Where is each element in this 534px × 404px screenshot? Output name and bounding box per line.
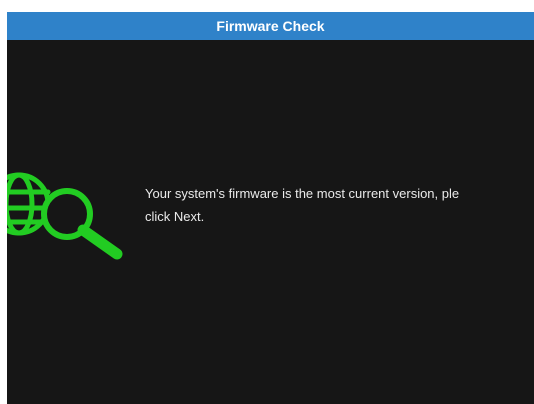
firmware-check-dialog: Firmware Check Your system's firmware is…	[7, 12, 534, 404]
dialog-title: Firmware Check	[7, 12, 534, 40]
firmware-status-message: Your system's firmware is the most curre…	[145, 182, 534, 228]
message-line-1: Your system's firmware is the most curre…	[145, 186, 460, 201]
message-line-2: click Next.	[145, 209, 205, 224]
globe-magnifier-icon	[7, 172, 123, 260]
